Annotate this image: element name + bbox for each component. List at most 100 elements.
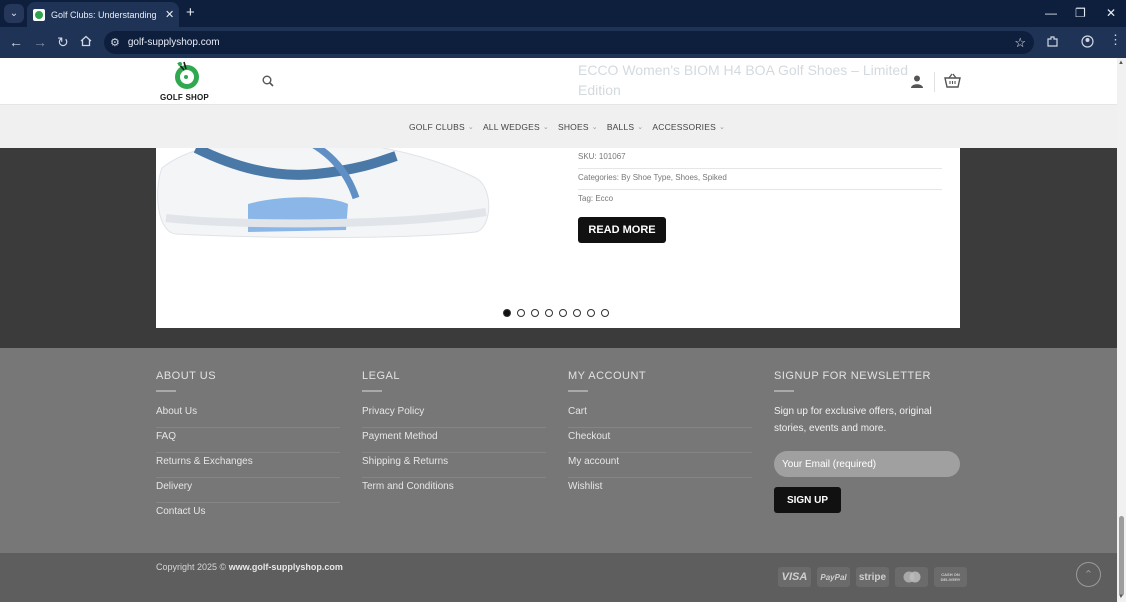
browser-tab[interactable]: Golf Clubs: Understanding the W ✕ <box>27 2 179 27</box>
home-icon[interactable] <box>80 35 92 47</box>
slider-dot[interactable] <box>517 309 525 317</box>
newsletter-text: Sign up for exclusive offers, original s… <box>774 406 932 434</box>
account-user-icon[interactable] <box>910 75 924 88</box>
footer-link[interactable]: FAQ <box>156 428 340 453</box>
tab-list-button[interactable]: ⌄ <box>4 4 24 23</box>
nav-label: ACCESSORIES <box>652 122 716 132</box>
footer-about-column: ABOUT US About Us FAQ Returns & Exchange… <box>156 370 346 528</box>
newsletter-signup-button[interactable]: SIGN UP <box>774 487 841 513</box>
product-tag[interactable]: Tag: Ecco <box>578 190 942 211</box>
main-navigation: GOLF CLUBS ⌄ ALL WEDGES ⌄ SHOES ⌄ BALLS ⌄ AC… <box>0 104 1117 148</box>
nav-label: GOLF CLUBS <box>409 122 465 132</box>
stripe-icon: stripe <box>856 567 889 587</box>
faded-product-title: ECCO Women's BIOM H4 BOA Golf Shoes – Li… <box>578 62 908 98</box>
nav-all-wedges[interactable]: ALL WEDGES ⌄ <box>483 122 549 132</box>
tab-close-icon[interactable]: ✕ <box>165 8 174 21</box>
profile-icon[interactable] <box>1081 35 1094 48</box>
browser-tab-bar: ⌄ Golf Clubs: Understanding the W ✕ + — … <box>0 0 1126 27</box>
tab-title: Golf Clubs: Understanding the W <box>51 9 157 20</box>
bookmark-star-icon[interactable]: ☆ <box>1014 35 1026 51</box>
chevron-down-icon: ⌄ <box>591 124 598 131</box>
chevron-down-icon: ⌄ <box>718 124 726 131</box>
heading-underline <box>774 390 794 392</box>
slider-dot[interactable] <box>601 309 609 317</box>
footer-account-column: MY ACCOUNT Cart Checkout My account Wish… <box>568 370 758 503</box>
chevron-down-icon: ⌄ <box>542 124 549 131</box>
slider-dot[interactable] <box>531 309 539 317</box>
footer-link[interactable]: Contact Us <box>156 503 340 528</box>
visa-icon: VISA <box>778 567 811 587</box>
footer-link[interactable]: Returns & Exchanges <box>156 453 340 478</box>
nav-shoes[interactable]: SHOES ⌄ <box>558 122 598 132</box>
slider-dot[interactable] <box>559 309 567 317</box>
mastercard-icon <box>895 567 928 587</box>
back-to-top-button[interactable]: ⌃ <box>1076 562 1101 587</box>
footer-link[interactable]: Shipping & Returns <box>362 453 546 478</box>
copyright-site-link[interactable]: www.golf-supplyshop.com <box>229 562 343 572</box>
slider-dots <box>503 309 609 317</box>
paypal-icon: PayPal <box>817 567 850 587</box>
footer-heading: LEGAL <box>362 370 400 382</box>
page-scrollbar[interactable]: ▲ ▼ <box>1117 58 1126 602</box>
footer-heading: ABOUT US <box>156 370 217 382</box>
site-info-icon[interactable]: ⚙ <box>110 36 120 49</box>
read-more-button[interactable]: READ MORE <box>578 217 666 243</box>
footer-link[interactable]: Checkout <box>568 428 752 453</box>
footer-link[interactable]: Term and Conditions <box>362 478 546 503</box>
footer-link[interactable]: Delivery <box>156 478 340 503</box>
slider-dot[interactable] <box>573 309 581 317</box>
footer-newsletter-column: SIGNUP FOR NEWSLETTER Sign up for exclus… <box>774 370 964 513</box>
newsletter-email-input[interactable]: Your Email (required) <box>774 451 960 477</box>
search-icon[interactable] <box>262 75 274 87</box>
heading-underline <box>156 390 176 392</box>
footer-link[interactable]: Privacy Policy <box>362 403 546 428</box>
reload-icon[interactable]: ↻ <box>57 34 69 50</box>
product-categories[interactable]: Categories: By Shoe Type, Shoes, Spiked <box>578 169 942 190</box>
product-meta: SKU: 101067 Categories: By Shoe Type, Sh… <box>578 148 942 211</box>
close-window-button[interactable]: ✕ <box>1106 6 1116 20</box>
footer-link[interactable]: Cart <box>568 403 752 428</box>
nav-accessories[interactable]: ACCESSORIES ⌄ <box>652 122 725 132</box>
forward-icon[interactable]: → <box>33 34 47 50</box>
copyright-prefix: Copyright 2025 © <box>156 562 229 572</box>
footer-legal-column: LEGAL Privacy Policy Payment Method Ship… <box>362 370 552 503</box>
slider-dot[interactable] <box>587 309 595 317</box>
browser-toolbar: ← → ↻ ⚙ golf-supplyshop.com ☆ ⋮ <box>0 27 1126 58</box>
web-page: SKU: 101067 Categories: By Shoe Type, Sh… <box>0 58 1117 602</box>
extensions-icon[interactable] <box>1046 35 1059 48</box>
heading-underline <box>362 390 382 392</box>
copyright-text: Copyright 2025 © www.golf-supplyshop.com <box>156 562 343 572</box>
footer-link[interactable]: About Us <box>156 403 340 428</box>
footer-link[interactable]: Payment Method <box>362 428 546 453</box>
nav-label: BALLS <box>606 122 635 132</box>
slider-dot[interactable] <box>545 309 553 317</box>
url-text: golf-supplyshop.com <box>127 37 220 48</box>
nav-label: ALL WEDGES <box>482 122 540 132</box>
footer-heading: SIGNUP FOR NEWSLETTER <box>774 370 931 382</box>
nav-golf-clubs[interactable]: GOLF CLUBS ⌄ <box>409 122 474 132</box>
cart-basket-icon[interactable] <box>944 73 961 88</box>
footer-heading: MY ACCOUNT <box>568 370 647 382</box>
header-divider <box>934 72 935 92</box>
minimize-button[interactable]: — <box>1045 6 1057 20</box>
back-icon[interactable]: ← <box>9 34 23 50</box>
product-sku: SKU: 101067 <box>578 148 942 169</box>
slider-dot[interactable] <box>503 309 511 317</box>
nav-label: SHOES <box>557 122 589 132</box>
scroll-down-arrow-icon[interactable]: ▼ <box>1118 594 1124 600</box>
payment-icons: VISA PayPal stripe CASH ON DELIVERY <box>778 567 967 587</box>
footer-link[interactable]: My account <box>568 453 752 478</box>
scroll-thumb[interactable] <box>1119 516 1124 596</box>
chevron-down-icon: ⌄ <box>637 124 644 131</box>
logo-text: GOLF SHOP <box>160 93 209 102</box>
address-bar[interactable]: ⚙ golf-supplyshop.com ☆ <box>104 31 1034 54</box>
mastercard-circles-icon <box>903 571 920 583</box>
menu-kebab-icon[interactable]: ⋮ <box>1109 33 1122 46</box>
scroll-up-arrow-icon[interactable]: ▲ <box>1118 60 1124 66</box>
restore-button[interactable]: ❐ <box>1075 6 1086 20</box>
nav-balls[interactable]: BALLS ⌄ <box>607 122 644 132</box>
site-footer: ABOUT US About Us FAQ Returns & Exchange… <box>0 348 1117 553</box>
site-favicon-icon <box>33 8 45 21</box>
footer-link[interactable]: Wishlist <box>568 478 752 503</box>
new-tab-button[interactable]: + <box>186 5 195 20</box>
